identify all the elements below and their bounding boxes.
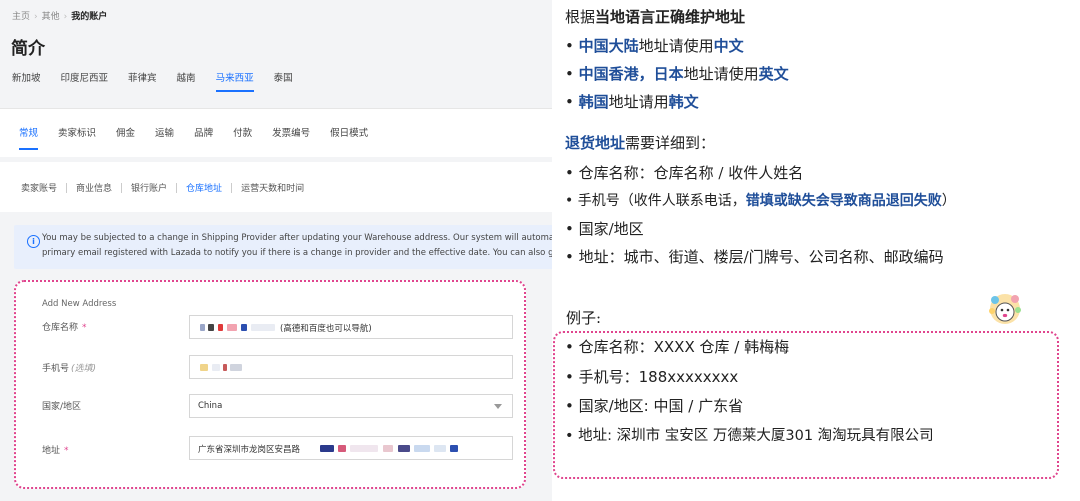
- sub-tabs: 卖家账号 商业信息 银行账户 仓库地址 运营天数和时间: [21, 181, 304, 194]
- redacted-text: [338, 445, 346, 452]
- notice-line-2: primary email registered with Lazada to …: [42, 248, 552, 258]
- tab-country-malaysia[interactable]: 马来西亚: [215, 70, 254, 92]
- divider: [66, 182, 68, 193]
- tab-commission[interactable]: 佣金: [116, 125, 135, 150]
- divider: [231, 182, 233, 193]
- tab-country-vietnam[interactable]: 越南: [177, 70, 196, 92]
- tab-shipping[interactable]: 运输: [155, 125, 174, 150]
- redacted-text: [383, 445, 393, 452]
- tab-country-philippines[interactable]: 菲律宾: [128, 70, 157, 92]
- breadcrumb-home[interactable]: 主页: [12, 12, 30, 22]
- shipping-provider-notice: i You may be subjected to a change in Sh…: [14, 225, 552, 269]
- redacted-text: [218, 324, 223, 331]
- country-tabs: 新加坡 印度尼西亚 菲律宾 越南 马来西亚 泰国: [12, 70, 313, 92]
- example-country: • 国家/地区: 中国 / 广东省: [565, 397, 744, 415]
- rule-mainland: • 中国大陆地址请使用中文: [565, 37, 744, 55]
- tab-country-indonesia[interactable]: 印度尼西亚: [61, 70, 109, 92]
- address-value: 广东省深圳市龙岗区安昌路: [198, 445, 301, 455]
- breadcrumb-other[interactable]: 其他: [42, 12, 60, 22]
- return-item-warehouse: • 仓库名称：仓库名称 / 收件人姓名: [565, 164, 804, 182]
- example-phone: • 手机号：188xxxxxxxx: [565, 368, 739, 386]
- example-address: • 地址: 深圳市 宝安区 万德莱大厦301 淘淘玩具有限公司: [565, 428, 934, 444]
- rule-hk-japan: • 中国香港，日本地址请使用英文: [565, 65, 789, 83]
- redacted-text: [223, 364, 227, 371]
- add-address-form: Add New Address 仓库名称 * (高德和百度也可以导航) 手机号 (选…: [14, 280, 526, 489]
- chevron-down-icon: [494, 404, 502, 409]
- tab-country-thailand[interactable]: 泰国: [274, 70, 293, 92]
- redacted-text: [230, 364, 242, 371]
- address-label: 地址 *: [42, 446, 69, 456]
- tab-brand[interactable]: 品牌: [194, 125, 213, 150]
- redacted-text: [350, 445, 378, 452]
- subtab-operating-hours[interactable]: 运营天数和时间: [241, 181, 304, 194]
- warehouse-name-label: 仓库名称 *: [42, 323, 87, 333]
- example-title: 例子:: [566, 309, 602, 327]
- phone-input[interactable]: [189, 355, 513, 379]
- address-input[interactable]: 广东省深圳市龙岗区安昌路: [189, 436, 513, 460]
- redacted-text: [450, 445, 458, 452]
- page-title: 简介: [11, 39, 45, 59]
- redacted-text: [434, 445, 446, 452]
- redacted-text: [241, 324, 247, 331]
- subtab-seller-account[interactable]: 卖家账号: [21, 181, 57, 194]
- subtab-warehouse-address[interactable]: 仓库地址: [186, 181, 222, 194]
- subtab-bank-account[interactable]: 银行账户: [131, 181, 167, 194]
- chevron-right-icon: ›: [63, 12, 68, 22]
- return-item-country: • 国家/地区: [565, 220, 644, 238]
- country-label: 国家/地区: [42, 402, 82, 412]
- redacted-text: [398, 445, 410, 452]
- chevron-right-icon: ›: [34, 12, 38, 22]
- redacted-text: [414, 445, 430, 452]
- tab-general[interactable]: 常规: [19, 125, 39, 150]
- divider: [176, 182, 178, 193]
- country-select[interactable]: China: [189, 394, 513, 418]
- notice-line-1: You may be subjected to a change in Ship…: [42, 233, 552, 243]
- mascot-icon: [989, 294, 1021, 324]
- breadcrumb: 主页 › 其他 › 我的账户: [12, 9, 107, 22]
- return-address-heading: 退货地址需要详细到：: [565, 134, 716, 152]
- divider: [121, 182, 123, 193]
- seller-center-panel: 主页 › 其他 › 我的账户 简介 新加坡 印度尼西亚 菲律宾 越南 马来西亚 泰国 常…: [0, 0, 552, 501]
- rule-title: 根据当地语言正确维护地址: [565, 8, 746, 26]
- subtab-business-info[interactable]: 商业信息: [76, 181, 112, 194]
- settings-tabs-panel: 常规 卖家标识 佣金 运输 品牌 付款 发票编号 假日模式: [0, 108, 552, 157]
- tab-payment[interactable]: 付款: [233, 125, 252, 150]
- return-item-address: • 地址：城市、街道、楼层/门牌号、公司名称、邮政编码: [565, 248, 944, 266]
- country-value: China: [198, 401, 223, 411]
- redacted-text: [208, 324, 214, 331]
- redacted-text: [251, 324, 275, 331]
- phone-label: 手机号 (选填): [42, 364, 97, 374]
- settings-tabs: 常规 卖家标识 佣金 运输 品牌 付款 发票编号 假日模式: [19, 125, 388, 150]
- form-heading: Add New Address: [42, 299, 117, 309]
- return-item-phone: • 手机号（收件人联系电话，错填或缺失会导致商品退回失败）: [565, 193, 956, 209]
- breadcrumb-current: 我的账户: [71, 12, 108, 22]
- sub-tabs-panel: 卖家账号 商业信息 银行账户 仓库地址 运营天数和时间: [0, 162, 552, 212]
- redacted-text: [227, 324, 237, 331]
- warehouse-name-input[interactable]: (高德和百度也可以导航): [189, 315, 513, 339]
- redacted-text: [212, 364, 220, 371]
- rule-korea: • 韩国地址请用韩文: [565, 93, 699, 111]
- redacted-text: [320, 445, 334, 452]
- example-warehouse: • 仓库名称：XXXX 仓库 / 韩梅梅: [565, 338, 790, 356]
- tab-country-singapore[interactable]: 新加坡: [12, 70, 41, 92]
- redacted-text: [200, 324, 205, 331]
- tab-invoice-number[interactable]: 发票编号: [272, 125, 310, 150]
- info-icon: i: [27, 235, 40, 248]
- warehouse-name-hint: (高德和百度也可以导航): [280, 324, 372, 334]
- redacted-text: [200, 364, 208, 371]
- tab-seller-logo[interactable]: 卖家标识: [58, 125, 96, 150]
- tab-holiday-mode[interactable]: 假日模式: [330, 125, 368, 150]
